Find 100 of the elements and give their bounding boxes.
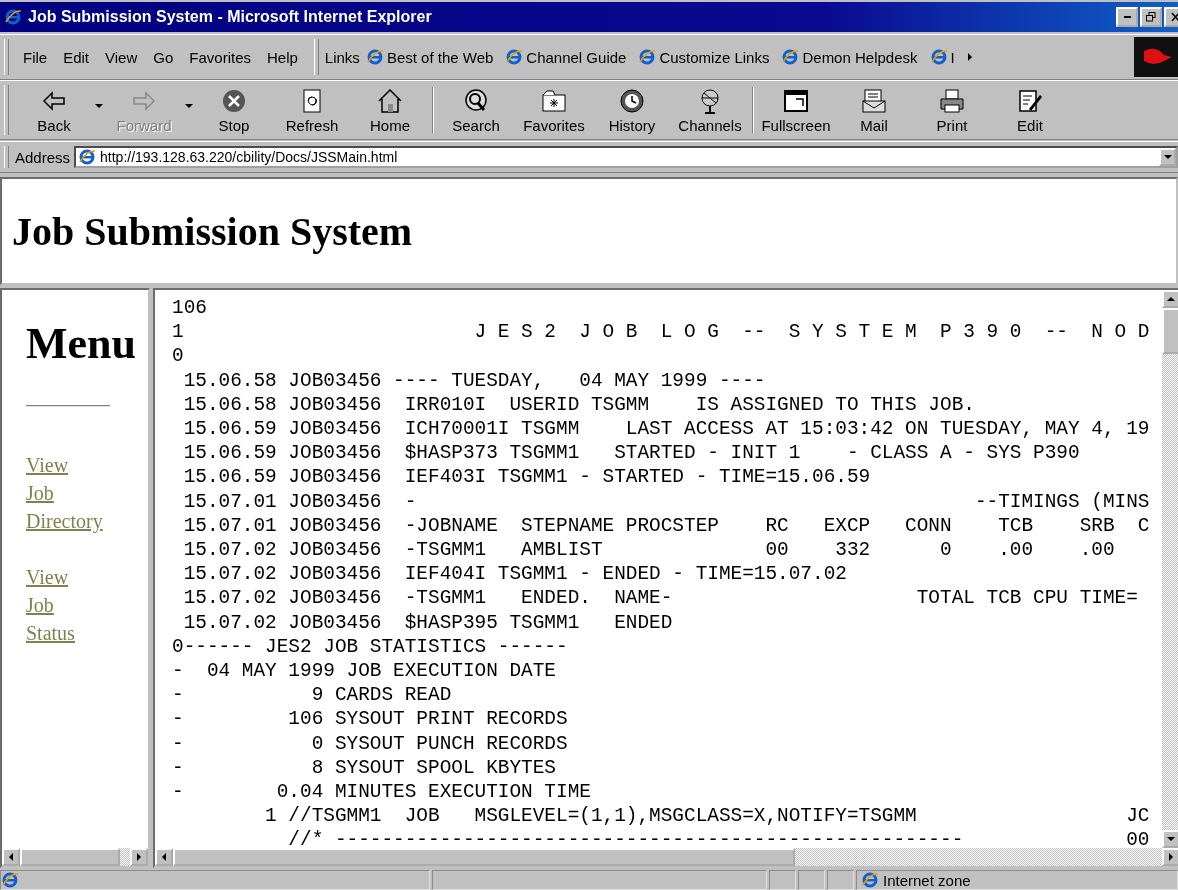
quick-link[interactable]: I xyxy=(929,48,955,66)
menu-item[interactable]: Favorites xyxy=(181,48,259,66)
page-icon xyxy=(505,48,524,66)
toolbar-button[interactable]: Channels xyxy=(671,83,749,137)
toolbar-button[interactable]: History xyxy=(593,83,671,137)
log-line: - 9 CARDS READ xyxy=(172,683,453,708)
toolbar-button[interactable]: Fullscreen xyxy=(757,83,835,137)
browser-logo-icon xyxy=(4,8,22,26)
log-line: 1 //TSGMM1 JOB MSGLEVEL=(1,1),MSGCLASS=X,NOTIFY=TSGMM JC xyxy=(264,804,1151,829)
menu-item[interactable]: View xyxy=(97,48,146,66)
status-panel xyxy=(769,870,796,890)
window-title: Job Submission System - Microsoft Internet Explorer xyxy=(28,8,433,26)
quick-link[interactable]: Channel Guide xyxy=(505,48,627,66)
menu-link[interactable]: View Job Status xyxy=(26,563,75,647)
home-icon xyxy=(376,86,404,115)
mail-envelope-icon xyxy=(860,86,888,115)
left-arrow-icon xyxy=(161,853,167,861)
restore-icon xyxy=(1146,12,1156,22)
address-field[interactable]: http://193.128.63.220/cbility/Docs/JSSMain.html xyxy=(74,146,1178,168)
log-line: 15.07.02 JOB03456 IEF404I TSGMM1 - ENDED - TIME=15.07.02 xyxy=(182,562,848,587)
page-icon xyxy=(929,48,948,66)
log-line: 15.07.01 JOB03456 - --TIMINGS (MINS xyxy=(182,489,1151,514)
right-arrow-icon xyxy=(136,853,142,861)
log-line: - 8 SYSOUT SPOOL KBYTES xyxy=(172,755,557,781)
quick-link[interactable]: Customize Links xyxy=(638,48,770,66)
minimize-button[interactable] xyxy=(1116,7,1138,27)
more-links-chevron-icon xyxy=(966,52,973,62)
quick-link[interactable]: Demon Helpdesk xyxy=(781,48,918,66)
log-line: 0------ JES2 JOB STATISTICS ------ xyxy=(172,634,569,660)
toolbar-button[interactable]: Mail xyxy=(835,83,913,137)
toolbar-button[interactable]: Edit xyxy=(991,83,1069,137)
log-line: - 106 SYSOUT PRINT RECORDS xyxy=(172,707,569,732)
log-line: - 0.04 MINUTES EXECUTION TIME xyxy=(172,780,592,805)
menu-item[interactable]: Edit xyxy=(55,48,98,66)
internet-globe-icon xyxy=(861,871,879,889)
page-icon xyxy=(78,148,97,166)
vertical-scrollbar[interactable] xyxy=(1162,290,1178,848)
log-line: - 04 MAY 1999 JOB EXECUTION DATE xyxy=(172,659,557,684)
log-line: 15.06.59 JOB03456 IEF403I TSGMM1 - STARTED - TIME=15.06.59 xyxy=(182,465,872,490)
log-line: 15.07.02 JOB03456 $HASP395 TSGMM1 ENDED xyxy=(182,610,674,635)
log-line: 0 xyxy=(172,344,185,369)
close-icon xyxy=(1171,12,1178,22)
page-icon xyxy=(781,48,800,66)
caret-icon xyxy=(185,103,193,109)
scroll-down-button[interactable] xyxy=(1162,830,1178,848)
maximize-button[interactable] xyxy=(1140,7,1162,27)
address-dropdown-button[interactable] xyxy=(1159,148,1176,166)
log-line: 15.06.59 JOB03456 $HASP373 TSGMM1 STARTED - INIT 1 - CLASS A - SYS P390 xyxy=(182,441,1081,466)
toolbar-button[interactable]: Refresh xyxy=(273,83,351,137)
toolbar-button[interactable]: Home xyxy=(351,83,429,137)
zone-label: Internet zone xyxy=(883,871,971,889)
menu-item[interactable]: Help xyxy=(259,48,306,66)
horizontal-scrollbar[interactable] xyxy=(2,848,148,866)
caret-icon xyxy=(1163,154,1172,160)
menu-item[interactable]: Go xyxy=(145,48,182,66)
menu-item[interactable]: File xyxy=(15,48,56,66)
toolbar-button[interactable]: Back xyxy=(15,83,93,137)
horizontal-scrollbar[interactable] xyxy=(155,848,1178,866)
toolbar-button[interactable]: Print xyxy=(913,83,991,137)
status-panel xyxy=(827,870,854,890)
caret-icon xyxy=(95,103,103,109)
scrollbar-thumb[interactable] xyxy=(1162,308,1178,354)
scroll-left-button[interactable] xyxy=(155,848,173,866)
page-heading: Job Submission System xyxy=(12,207,413,255)
log-line: 106 xyxy=(172,296,208,321)
links-label: Links xyxy=(324,48,360,66)
scroll-right-button[interactable] xyxy=(130,848,148,866)
scroll-left-button[interactable] xyxy=(2,848,20,866)
address-label: Address xyxy=(15,148,71,166)
menu-link[interactable]: View Job Directory xyxy=(26,451,103,535)
left-arrow-icon xyxy=(8,853,14,861)
log-line: 1 J E S 2 J O B L O G -- S Y S T E M P 3 9 0 -- N O D xyxy=(172,320,1151,345)
page-icon xyxy=(638,48,657,66)
up-arrow-icon xyxy=(1167,296,1175,302)
toolbar-button[interactable]: Favorites xyxy=(515,83,593,137)
log-line: 15.06.59 JOB03456 ICH70001I TSGMM LAST ACCESS AT 15:03:42 ON TUESDAY, MAY 4, 19 xyxy=(182,417,1151,442)
log-line: 15.07.02 JOB03456 -TSGMM1 AMBLIST 00 332 0 .00 .00 xyxy=(182,538,1116,563)
log-line: //* ------------------------------------------------------ 00 xyxy=(287,828,1151,848)
page-icon xyxy=(365,48,384,66)
log-line: 15.06.58 JOB03456 ---- TUESDAY, 04 MAY 1999 ---- xyxy=(182,368,767,393)
toolbar-button[interactable]: Stop xyxy=(195,83,273,137)
history-clock-icon xyxy=(618,86,646,115)
scroll-up-button[interactable] xyxy=(1162,290,1178,308)
log-line: - 0 SYSOUT PUNCH RECORDS xyxy=(172,731,569,756)
printer-icon xyxy=(938,86,966,115)
log-line: 15.07.02 JOB03456 -TSGMM1 ENDED. NAME- TOTAL TCB CPU TIME= xyxy=(182,586,1139,611)
down-arrow-icon xyxy=(1167,836,1175,842)
browser-throbber-logo-icon xyxy=(1134,37,1178,77)
page-icon xyxy=(1,871,19,889)
menu-heading: Menu xyxy=(26,318,137,369)
scrollbar-thumb[interactable] xyxy=(20,848,120,866)
scrollbar-thumb[interactable] xyxy=(173,848,795,866)
log-line: 15.06.58 JOB03456 IRR010I USERID TSGMM IS ASSIGNED TO THIS JOB. xyxy=(182,392,976,417)
minimize-icon xyxy=(1123,16,1131,18)
right-arrow-icon xyxy=(1168,853,1174,861)
log-line: 15.07.01 JOB03456 -JOBNAME STEPNAME PROCSTEP RC EXCP CONN TCB SRB C xyxy=(182,513,1151,539)
status-panel xyxy=(798,870,825,890)
scroll-right-button[interactable] xyxy=(1162,848,1178,866)
toolbar-button[interactable]: Search xyxy=(437,83,515,137)
quick-link[interactable]: Best of the Web xyxy=(365,48,494,66)
